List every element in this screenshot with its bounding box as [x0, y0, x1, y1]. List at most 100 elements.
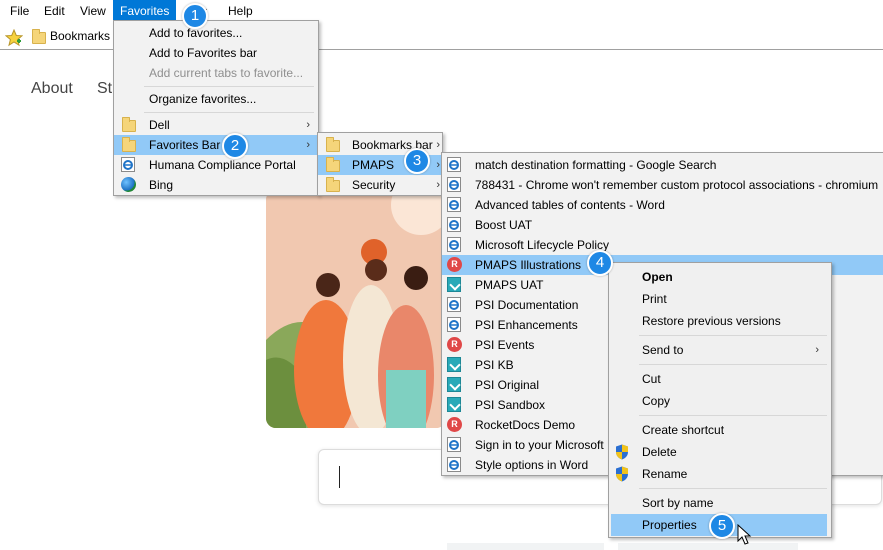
- favorite-link-label: PSI Documentation: [475, 298, 579, 312]
- menu-view[interactable]: View: [73, 0, 113, 22]
- menu-separator: [639, 364, 827, 365]
- bookmarks-label: Bookmarks: [50, 29, 111, 43]
- favorite-link-item[interactable]: match destination formatting - Google Se…: [442, 155, 883, 175]
- favorite-link-item[interactable]: Boost UAT: [442, 215, 883, 235]
- uac-shield-icon: [616, 444, 628, 460]
- dell-label: Dell: [149, 118, 170, 132]
- doodle-illustration[interactable]: [266, 190, 446, 428]
- favorite-link-label: 788431 - Chrome won't remember custom pr…: [475, 178, 879, 192]
- add-current-tabs-item: Add current tabs to favorite...: [114, 63, 318, 83]
- ie-page-icon: [447, 297, 461, 312]
- favorite-link-label: Microsoft Lifecycle Policy: [475, 238, 610, 252]
- callout-3: 3: [404, 148, 430, 174]
- menu-separator: [144, 86, 314, 87]
- menu-separator: [144, 112, 314, 113]
- chevron-right-icon: ›: [815, 344, 819, 356]
- open-item[interactable]: Open: [609, 266, 831, 288]
- properties-label: Properties: [642, 518, 697, 532]
- create-shortcut-label: Create shortcut: [642, 423, 725, 437]
- sort-by-name-label: Sort by name: [642, 496, 714, 510]
- print-label: Print: [642, 292, 667, 306]
- organize-favorites-label: Organize favorites...: [149, 92, 257, 106]
- text-caret: [339, 466, 340, 488]
- ie-page-icon: [447, 197, 461, 212]
- callout-1: 1: [182, 3, 208, 29]
- folder-icon: [326, 157, 340, 172]
- favorites-menu: Add to favorites... Add to Favorites bar…: [113, 20, 319, 196]
- delete-item[interactable]: Delete: [609, 441, 831, 463]
- bing-link-item[interactable]: Bing: [114, 175, 318, 195]
- add-to-favorites-bar-label: Add to Favorites bar: [149, 46, 258, 60]
- sort-by-name-item[interactable]: Sort by name: [609, 492, 831, 514]
- restore-previous-versions-item[interactable]: Restore previous versions: [609, 310, 831, 332]
- folder-icon: [122, 117, 136, 132]
- menu-help[interactable]: Help: [221, 0, 260, 22]
- callout-5: 5: [709, 513, 735, 539]
- favorite-link-label: RocketDocs Demo: [475, 418, 576, 432]
- menu-bar: File Edit View Favorites ls Help: [0, 0, 883, 22]
- copy-item[interactable]: Copy: [609, 390, 831, 412]
- shortcut-tile[interactable]: [447, 543, 604, 550]
- favorites-star-icon[interactable]: [5, 29, 23, 47]
- app-link-icon: [447, 397, 461, 412]
- favorites-bar-folder-item[interactable]: Favorites Bar ›: [114, 135, 318, 155]
- dell-folder-item[interactable]: Dell ›: [114, 115, 318, 135]
- favorite-link-label: PMAPS UAT: [475, 278, 544, 292]
- add-current-tabs-label: Add current tabs to favorite...: [149, 66, 304, 80]
- chevron-right-icon: ›: [436, 159, 440, 171]
- open-label: Open: [642, 270, 673, 284]
- folder-icon: [122, 137, 136, 152]
- security-folder-item[interactable]: Security ›: [318, 175, 442, 195]
- organize-favorites-item[interactable]: Organize favorites...: [114, 89, 318, 109]
- favorite-link-label: PSI Sandbox: [475, 398, 546, 412]
- globe-icon: [121, 177, 136, 192]
- favorite-link-label: Sign in to your Microsoft: [475, 438, 604, 452]
- shortcut-tile[interactable]: [618, 543, 798, 550]
- bookmarks-folder[interactable]: Bookmarks: [30, 24, 110, 48]
- humana-link-item[interactable]: Humana Compliance Portal: [114, 155, 318, 175]
- pmaps-label: PMAPS: [352, 158, 395, 172]
- callout-2: 2: [222, 133, 248, 159]
- rocketdocs-icon: R: [447, 417, 462, 432]
- favorite-link-label: Boost UAT: [475, 218, 533, 232]
- favorite-link-label: match destination formatting - Google Se…: [475, 158, 717, 172]
- menu-separator: [639, 335, 827, 336]
- send-to-item[interactable]: Send to ›: [609, 339, 831, 361]
- favorite-link-item[interactable]: Microsoft Lifecycle Policy: [442, 235, 883, 255]
- create-shortcut-item[interactable]: Create shortcut: [609, 419, 831, 441]
- rename-item[interactable]: Rename: [609, 463, 831, 485]
- add-to-favorites-bar-item[interactable]: Add to Favorites bar: [114, 43, 318, 63]
- doodle-art: [266, 190, 446, 428]
- mouse-pointer-icon: [737, 524, 752, 545]
- folder-icon: [326, 177, 340, 192]
- bing-label: Bing: [149, 178, 174, 192]
- rocketdocs-icon: R: [447, 337, 462, 352]
- menu-separator: [639, 415, 827, 416]
- page-nav-about[interactable]: About: [31, 80, 73, 98]
- app-link-icon: [447, 357, 461, 372]
- ie-page-icon: [121, 157, 135, 172]
- uac-shield-icon: [616, 466, 628, 482]
- cut-label: Cut: [642, 372, 661, 386]
- chevron-right-icon: ›: [436, 179, 440, 191]
- favorite-link-label: PSI Events: [475, 338, 535, 352]
- page-nav-partial[interactable]: St: [97, 80, 112, 98]
- context-menu: Open Print Restore previous versions Sen…: [608, 262, 832, 538]
- add-to-favorites-item[interactable]: Add to favorites...: [114, 23, 318, 43]
- cut-item[interactable]: Cut: [609, 368, 831, 390]
- print-item[interactable]: Print: [609, 288, 831, 310]
- favorites-bar-label: Favorites Bar: [149, 138, 221, 152]
- menu-file[interactable]: File: [3, 0, 36, 22]
- favorite-link-item[interactable]: Advanced tables of contents - Word: [442, 195, 883, 215]
- chevron-right-icon: ›: [436, 139, 440, 151]
- favorite-link-item[interactable]: 788431 - Chrome won't remember custom pr…: [442, 175, 883, 195]
- menu-edit[interactable]: Edit: [37, 0, 72, 22]
- rename-label: Rename: [642, 467, 688, 481]
- menu-favorites[interactable]: Favorites: [113, 0, 177, 22]
- folder-icon: [326, 137, 340, 152]
- ie-page-icon: [447, 457, 461, 472]
- ie-page-icon: [447, 157, 461, 172]
- ie-page-icon: [447, 237, 461, 252]
- ie-page-icon: [447, 437, 461, 452]
- favorite-link-label: PSI KB: [475, 358, 514, 372]
